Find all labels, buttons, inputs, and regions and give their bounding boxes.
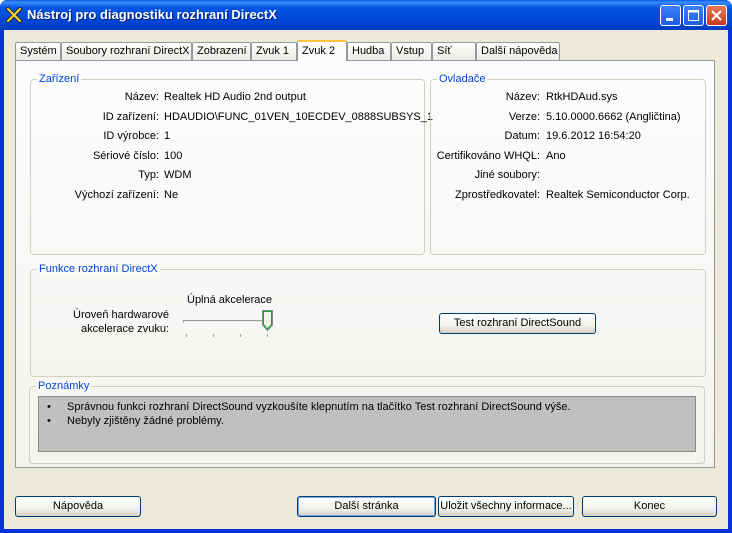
directx-features-legend: Funkce rozhraní DirectX <box>37 263 160 275</box>
hw-accel-level-text: Úplná akcelerace <box>187 294 272 306</box>
driver-date-label: Datum: <box>504 130 540 142</box>
driver-date-value: 19.6.2012 16:54:20 <box>546 130 641 142</box>
test-directsound-button[interactable]: Test rozhraní DirectSound <box>439 313 596 334</box>
device-row-name: Název: Realtek HD Audio 2nd output <box>31 91 426 105</box>
driver-row-name: Název: RtkHDAud.sys <box>431 91 707 105</box>
dialog-client-area: Systém Soubory rozhraní DirectX Zobrazen… <box>4 30 728 529</box>
note-text: Správnou funkci rozhraní DirectSound vyz… <box>67 401 571 413</box>
tab-sound-2[interactable]: Zvuk 2 <box>297 40 347 61</box>
device-id-label: ID zařízení: <box>102 111 159 123</box>
directx-features-group: Funkce rozhraní DirectX Úroveň hardwarov… <box>30 263 706 377</box>
tab-display[interactable]: Zobrazení <box>192 42 251 60</box>
driver-row-version: Verze: 5.10.0000.6662 (Angličtina) <box>431 111 707 125</box>
tab-network[interactable]: Síť <box>432 42 476 60</box>
default-device-label: Výchozí zařízení: <box>74 189 159 201</box>
hw-accel-label: Úroveň hardwarové akcelerace zvuku: <box>45 308 169 336</box>
slider-track <box>183 320 269 323</box>
device-legend: Zařízení <box>37 73 82 85</box>
slider-thumb[interactable] <box>262 310 273 331</box>
title-bar[interactable]: Nástroj pro diagnostiku rozhraní DirectX <box>0 0 732 30</box>
tab-system[interactable]: Systém <box>15 42 61 60</box>
driver-row-whql: Certifikováno WHQL: Ano <box>431 150 707 164</box>
close-button[interactable] <box>706 5 727 26</box>
device-row-id: ID zařízení: HDAUDIO\FUNC_01VEN_10ECDEV_… <box>31 111 433 125</box>
whql-label: Certifikováno WHQL: <box>436 150 540 162</box>
maximize-button[interactable] <box>683 5 704 26</box>
tab-input[interactable]: Vstup <box>391 42 432 60</box>
dxdiag-window: Nástroj pro diagnostiku rozhraní DirectX… <box>0 0 732 533</box>
slider-tick <box>213 334 214 337</box>
note-text: Nebyly zjištěny žádné problémy. <box>67 415 224 427</box>
driver-row-date: Datum: 19.6.2012 16:54:20 <box>431 130 707 144</box>
directx-icon <box>6 7 22 23</box>
device-row-vendor: ID výrobce: 1 <box>31 130 426 144</box>
help-button[interactable]: Nápověda <box>15 496 141 517</box>
window-title: Nástroj pro diagnostiku rozhraní DirectX <box>27 7 277 22</box>
default-device-value: Ne <box>164 189 179 201</box>
provider-value: Realtek Semiconductor Corp. <box>546 189 690 201</box>
tab-directx-files[interactable]: Soubory rozhraní DirectX <box>61 42 192 60</box>
device-group: Zařízení Název: Realtek HD Audio 2nd out… <box>30 73 433 255</box>
notes-box: • Správnou funkci rozhraní DirectSound v… <box>38 396 696 452</box>
driver-row-provider: Zprostředkovatel: Realtek Semiconductor … <box>431 189 707 203</box>
device-row-type: Typ: WDM <box>31 169 426 183</box>
notes-legend: Poznámky <box>36 380 92 392</box>
minimize-button[interactable] <box>660 5 681 26</box>
device-row-serial: Sériové číslo: 100 <box>31 150 426 164</box>
vendor-id-label: ID výrobce: <box>103 130 159 142</box>
hw-accel-label-line2: akcelerace zvuku: <box>80 323 169 335</box>
close-icon <box>711 10 722 21</box>
device-name-label: Název: <box>124 91 159 103</box>
type-label: Typ: <box>138 169 159 181</box>
driver-name-value: RtkHDAud.sys <box>546 91 618 103</box>
hw-accel-label-line1: Úroveň hardwarové <box>73 309 169 321</box>
serial-label: Sériové číslo: <box>92 150 159 162</box>
provider-label: Zprostředkovatel: <box>455 189 540 201</box>
whql-value: Ano <box>546 150 566 162</box>
driver-version-label: Verze: <box>508 111 540 123</box>
driver-row-other-files: Jiné soubory: <box>431 169 707 183</box>
drivers-group: Ovladače Název: RtkHDAud.sys Verze: 5.10… <box>430 73 707 255</box>
serial-value: 100 <box>164 150 183 162</box>
note-bullet: • <box>47 401 51 413</box>
maximize-icon <box>688 10 699 21</box>
slider-tick <box>267 334 268 337</box>
device-id-value: HDAUDIO\FUNC_01VEN_10ECDEV_0888SUBSYS_1 <box>164 111 434 123</box>
next-page-button[interactable]: Další stránka <box>297 496 436 517</box>
device-name-value: Realtek HD Audio 2nd output <box>164 91 306 103</box>
device-row-default: Výchozí zařízení: Ne <box>31 189 426 203</box>
tab-sound-1[interactable]: Zvuk 1 <box>251 42 297 60</box>
tab-more-help[interactable]: Další nápověda <box>476 42 560 60</box>
driver-name-label: Název: <box>505 91 540 103</box>
slider-tick <box>186 334 187 337</box>
slider-tick <box>240 334 241 337</box>
other-files-label: Jiné soubory: <box>474 169 540 181</box>
minimize-icon <box>666 18 673 21</box>
tab-music[interactable]: Hudba <box>347 42 391 60</box>
type-value: WDM <box>164 169 192 181</box>
drivers-legend: Ovladače <box>437 73 488 85</box>
exit-button[interactable]: Konec <box>582 496 717 517</box>
vendor-id-value: 1 <box>164 130 171 142</box>
notes-group: Poznámky • Správnou funkci rozhraní Dire… <box>29 380 705 464</box>
save-all-info-button[interactable]: Uložit všechny informace... <box>438 496 574 517</box>
note-bullet: • <box>47 415 51 427</box>
hw-accel-slider[interactable] <box>183 310 277 340</box>
driver-version-value: 5.10.0000.6662 (Angličtina) <box>546 111 681 123</box>
